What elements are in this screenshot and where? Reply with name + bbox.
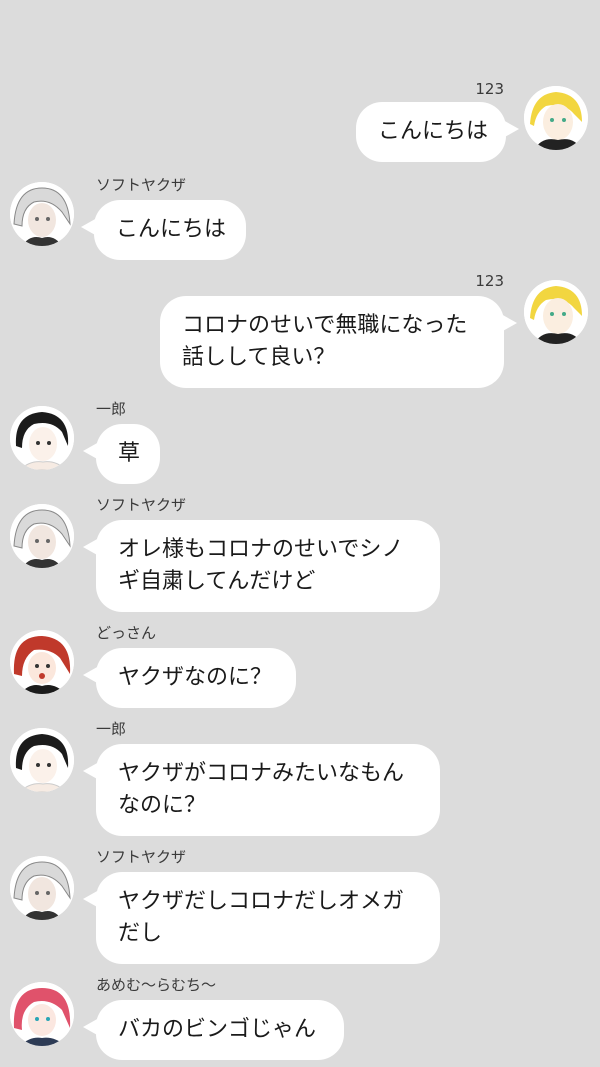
message-bubble[interactable]: こんにちは (356, 102, 519, 162)
white-hair-character-avatar-icon[interactable] (10, 856, 74, 920)
red-hair-character-avatar-icon[interactable] (10, 630, 74, 694)
message-line: ヤクザなのに？ (118, 665, 273, 690)
sender-name: 一郎 (96, 400, 127, 418)
message-line: なのに？ (118, 793, 207, 818)
chat-thread[interactable]: 123 こんにちは ソフトヤクザ こんにちは 123 コロナのせいで無職になった… (0, 0, 600, 1067)
message-bubble[interactable]: ヤクザがコロナみたいなもん なのに？ (83, 744, 440, 836)
message-line: 草 (118, 441, 141, 466)
sender-name: 123 (475, 272, 504, 290)
message-line: ヤクザがコロナみたいなもん (118, 761, 405, 786)
message-bubble[interactable]: バカのビンゴじゃん (83, 1000, 344, 1060)
message-bubble[interactable]: ヤクザだしコロナだしオメガ だし (83, 872, 440, 964)
message-line: こんにちは (116, 217, 227, 242)
message-bubble[interactable]: オレ様もコロナのせいでシノ ギ自粛してんだけど (83, 520, 440, 612)
sender-name: あめむ〜らむち〜 (96, 976, 217, 994)
message-bubble[interactable]: ヤクザなのに？ (83, 648, 296, 708)
message-line: バカのビンゴじゃん (118, 1017, 317, 1042)
message-line: オレ様もコロナのせいでシノ (118, 537, 404, 562)
sender-name: 一郎 (96, 720, 127, 738)
message-line: ギ自粛してんだけど (118, 569, 316, 594)
white-hair-character-avatar-icon[interactable] (10, 504, 74, 568)
black-hair-character-avatar-icon[interactable] (10, 406, 74, 470)
pink-hair-character-avatar-icon[interactable] (10, 982, 74, 1046)
message-bubble[interactable]: コロナのせいで無職になった 話しして良い？ (160, 296, 517, 388)
white-hair-character-avatar-icon[interactable] (10, 182, 74, 246)
message-bubble[interactable]: 草 (83, 424, 160, 484)
sender-name: ソフトヤクザ (96, 176, 187, 194)
message-line: ヤクザだしコロナだしオメガ (118, 889, 405, 914)
message-line: 話しして良い？ (182, 345, 336, 370)
message-bubble[interactable]: こんにちは (81, 200, 246, 260)
sender-name: どっさん (96, 624, 157, 642)
blonde-character-avatar-icon[interactable] (524, 280, 588, 344)
message-line: だし (118, 921, 163, 946)
blonde-character-avatar-icon[interactable] (524, 86, 588, 150)
sender-name: ソフトヤクザ (96, 496, 187, 514)
sender-name: 123 (475, 80, 504, 98)
message-line: こんにちは (378, 119, 489, 144)
message-line: コロナのせいで無職になった (182, 313, 468, 338)
black-hair-character-avatar-icon[interactable] (10, 728, 74, 792)
sender-name: ソフトヤクザ (96, 848, 187, 866)
